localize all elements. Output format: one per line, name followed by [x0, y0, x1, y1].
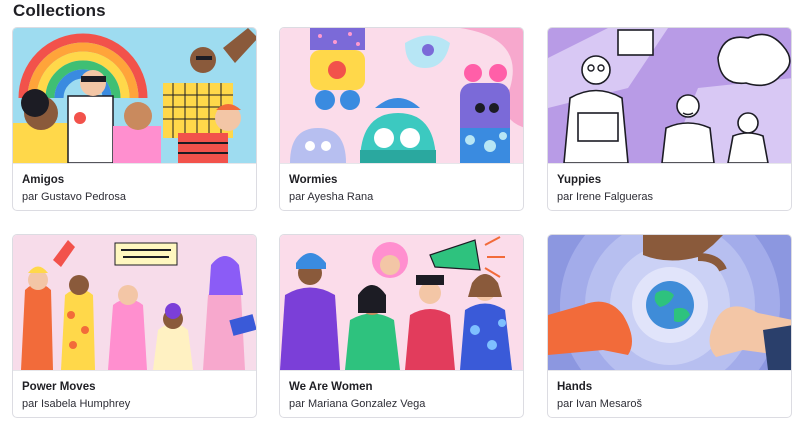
collection-card-we-are-women[interactable]: We Are Women par Mariana Gonzalez Vega: [279, 234, 524, 418]
collection-info: Power Moves par Isabela Humphrey: [13, 370, 256, 417]
page-title: Collections: [13, 1, 106, 20]
collection-thumbnail-power-moves[interactable]: [13, 235, 256, 370]
collection-thumbnail-we-are-women[interactable]: [280, 235, 523, 370]
collection-info: Wormies par Ayesha Rana: [280, 163, 523, 210]
collection-card-wormies[interactable]: Wormies par Ayesha Rana: [279, 27, 524, 211]
collection-thumbnail-hands[interactable]: [548, 235, 791, 370]
collection-author[interactable]: par Irene Falgueras: [557, 191, 653, 203]
collection-title[interactable]: Amigos: [22, 174, 64, 186]
collection-card-yuppies[interactable]: Yuppies par Irene Falgueras: [547, 27, 792, 211]
collection-author[interactable]: par Gustavo Pedrosa: [22, 191, 126, 203]
collection-title[interactable]: Hands: [557, 381, 592, 393]
collection-info: Yuppies par Irene Falgueras: [548, 163, 791, 210]
collection-title[interactable]: Wormies: [289, 174, 337, 186]
collection-info: Hands par Ivan Mesaroš: [548, 370, 791, 417]
collection-card-amigos[interactable]: Amigos par Gustavo Pedrosa: [12, 27, 257, 211]
collections-grid: Amigos par Gustavo Pedrosa Wormies par A…: [12, 27, 792, 419]
collection-title[interactable]: Power Moves: [22, 381, 96, 393]
collection-card-hands[interactable]: Hands par Ivan Mesaroš: [547, 234, 792, 418]
collection-author[interactable]: par Isabela Humphrey: [22, 398, 130, 410]
collection-author[interactable]: par Mariana Gonzalez Vega: [289, 398, 425, 410]
collection-thumbnail-amigos[interactable]: [13, 28, 256, 163]
collection-title[interactable]: Yuppies: [557, 174, 601, 186]
collection-author[interactable]: par Ivan Mesaroš: [557, 398, 642, 410]
collection-info: We Are Women par Mariana Gonzalez Vega: [280, 370, 523, 417]
collection-info: Amigos par Gustavo Pedrosa: [13, 163, 256, 210]
collection-title[interactable]: We Are Women: [289, 381, 373, 393]
collection-author[interactable]: par Ayesha Rana: [289, 191, 373, 203]
collection-card-power-moves[interactable]: Power Moves par Isabela Humphrey: [12, 234, 257, 418]
collection-thumbnail-yuppies[interactable]: [548, 28, 791, 163]
collection-thumbnail-wormies[interactable]: [280, 28, 523, 163]
